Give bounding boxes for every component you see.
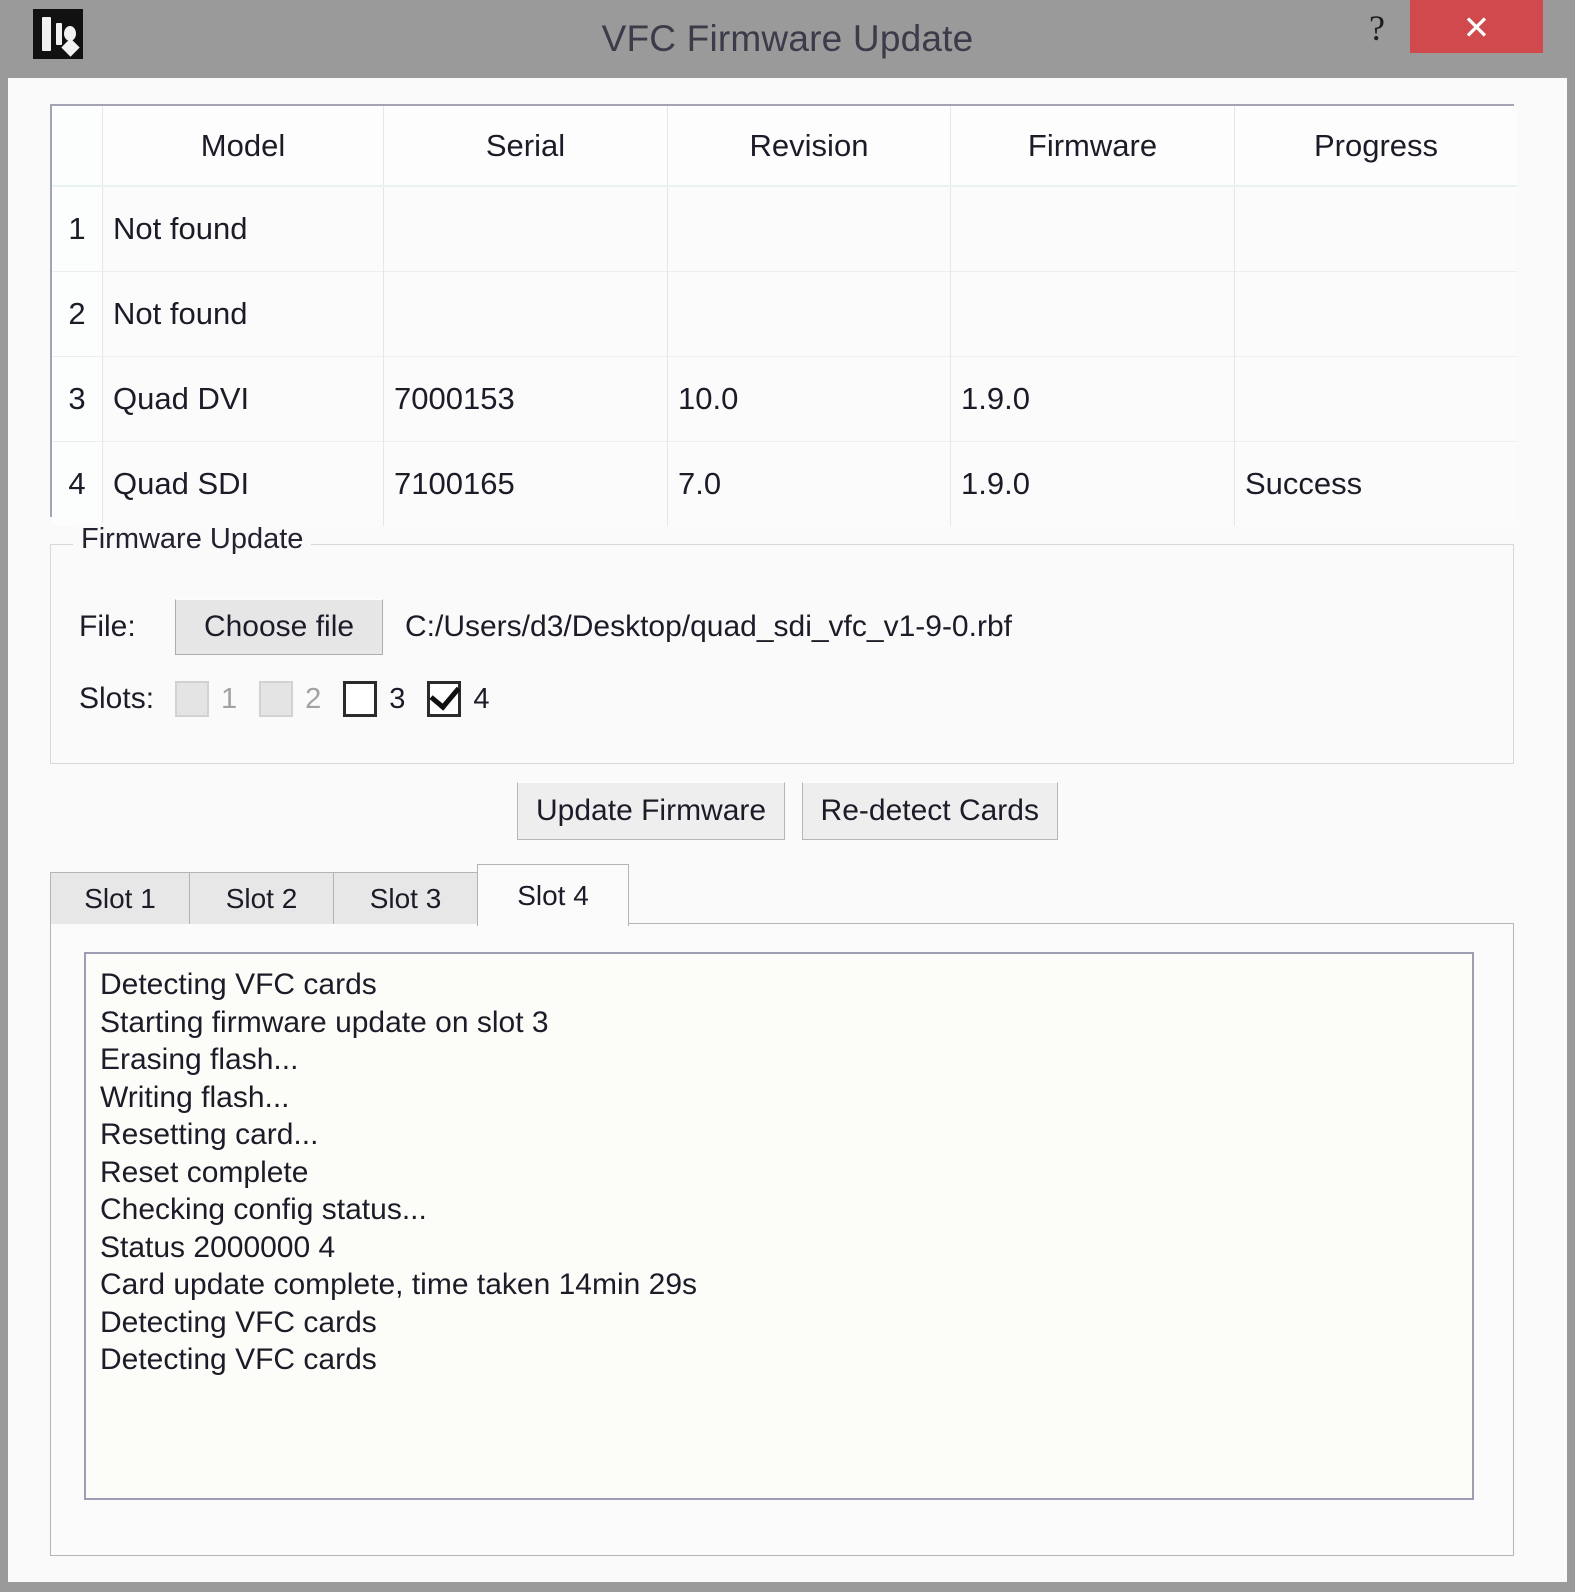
card-table[interactable]: Model Serial Revision Firmware Progress … xyxy=(50,104,1514,517)
slot-label-4: 4 xyxy=(473,683,489,716)
tab-slot-1[interactable]: Slot 1 xyxy=(50,872,190,924)
cell-progress xyxy=(1235,272,1518,357)
slot-tabs-area: Slot 1 Slot 2 Slot 3 Slot 4 Detecting VF… xyxy=(50,864,1514,1556)
column-header-progress[interactable]: Progress xyxy=(1235,106,1518,186)
client-area: Model Serial Revision Firmware Progress … xyxy=(8,78,1567,1582)
cell-revision xyxy=(668,186,951,272)
cell-firmware xyxy=(951,272,1235,357)
row-index: 4 xyxy=(52,442,103,527)
tab-slot-4[interactable]: Slot 4 xyxy=(477,864,629,926)
column-header-serial[interactable]: Serial xyxy=(384,106,668,186)
slots-label: Slots: xyxy=(79,682,175,716)
table-row[interactable]: 2 Not found xyxy=(52,272,1517,357)
app-window: VFC Firmware Update ? ✕ Model Serial Rev… xyxy=(0,0,1575,1592)
slot-label-1: 1 xyxy=(221,683,237,716)
tab-slot-2[interactable]: Slot 2 xyxy=(189,872,334,924)
firmware-update-group: Firmware Update File: Choose file C:/Use… xyxy=(50,544,1514,764)
slot-checkbox-3[interactable]: 3 xyxy=(343,681,405,717)
log-line: Checking config status... xyxy=(100,1191,1458,1229)
window-title: VFC Firmware Update xyxy=(8,0,1567,78)
cell-serial xyxy=(384,272,668,357)
log-line: Detecting VFC cards xyxy=(100,1304,1458,1342)
table-row[interactable]: 3 Quad DVI 7000153 10.0 1.9.0 xyxy=(52,357,1517,442)
cell-model: Quad DVI xyxy=(103,357,384,442)
log-line: Starting firmware update on slot 3 xyxy=(100,1004,1458,1042)
tab-panel-slot-4: Detecting VFC cards Starting firmware up… xyxy=(50,923,1514,1556)
log-line: Resetting card... xyxy=(100,1116,1458,1154)
cell-progress xyxy=(1235,357,1518,442)
table-row[interactable]: 4 Quad SDI 7100165 7.0 1.9.0 Success xyxy=(52,442,1517,527)
checkbox-box-2[interactable] xyxy=(259,681,293,717)
status-badge: Success xyxy=(1235,442,1518,527)
log-line: Card update complete, time taken 14min 2… xyxy=(100,1266,1458,1304)
log-line: Status 2000000 4 xyxy=(100,1229,1458,1267)
close-icon[interactable]: ✕ xyxy=(1410,0,1543,53)
slot-checkbox-4[interactable]: 4 xyxy=(427,681,489,717)
cell-progress xyxy=(1235,186,1518,272)
checkbox-box-3[interactable] xyxy=(343,681,377,717)
log-line: Reset complete xyxy=(100,1154,1458,1192)
slot-label-2: 2 xyxy=(305,683,321,716)
slots-row: Slots: 1 2 3 4 xyxy=(79,673,512,725)
slot-checkbox-2[interactable]: 2 xyxy=(259,681,321,717)
cell-revision: 10.0 xyxy=(668,357,951,442)
cell-model: Quad SDI xyxy=(103,442,384,527)
column-header-index[interactable] xyxy=(52,106,103,186)
checkbox-box-1[interactable] xyxy=(175,681,209,717)
cell-model: Not found xyxy=(103,272,384,357)
column-header-model[interactable]: Model xyxy=(103,106,384,186)
cell-revision xyxy=(668,272,951,357)
cell-serial xyxy=(384,186,668,272)
action-button-row: Update Firmware Re-detect Cards xyxy=(8,782,1567,840)
update-firmware-button[interactable]: Update Firmware xyxy=(517,782,785,840)
cell-firmware: 1.9.0 xyxy=(951,357,1235,442)
log-line: Detecting VFC cards xyxy=(100,1341,1458,1379)
cell-firmware xyxy=(951,186,1235,272)
row-index: 2 xyxy=(52,272,103,357)
file-label: File: xyxy=(79,610,175,644)
tab-slot-3[interactable]: Slot 3 xyxy=(333,872,478,924)
cell-revision: 7.0 xyxy=(668,442,951,527)
title-bar[interactable]: VFC Firmware Update ? ✕ xyxy=(8,0,1567,78)
file-row: File: Choose file C:/Users/d3/Desktop/qu… xyxy=(79,597,1012,657)
cell-firmware: 1.9.0 xyxy=(951,442,1235,527)
log-line: Erasing flash... xyxy=(100,1041,1458,1079)
redetect-cards-button[interactable]: Re-detect Cards xyxy=(802,782,1058,840)
cell-serial: 7100165 xyxy=(384,442,668,527)
slot-label-3: 3 xyxy=(389,683,405,716)
checkmark-icon xyxy=(430,678,461,710)
choose-file-button[interactable]: Choose file xyxy=(175,599,383,655)
column-header-firmware[interactable]: Firmware xyxy=(951,106,1235,186)
log-line: Detecting VFC cards xyxy=(100,966,1458,1004)
group-legend: Firmware Update xyxy=(73,523,311,556)
checkbox-box-4[interactable] xyxy=(427,681,461,717)
file-path-value: C:/Users/d3/Desktop/quad_sdi_vfc_v1-9-0.… xyxy=(405,610,1012,644)
log-line: Writing flash... xyxy=(100,1079,1458,1117)
column-header-revision[interactable]: Revision xyxy=(668,106,951,186)
slot-checkbox-1[interactable]: 1 xyxy=(175,681,237,717)
table-row[interactable]: 1 Not found xyxy=(52,186,1517,272)
row-index: 1 xyxy=(52,186,103,272)
cell-serial: 7000153 xyxy=(384,357,668,442)
cell-model: Not found xyxy=(103,186,384,272)
help-icon[interactable]: ? xyxy=(1346,2,1408,52)
table-header-row: Model Serial Revision Firmware Progress xyxy=(52,106,1517,186)
log-output[interactable]: Detecting VFC cards Starting firmware up… xyxy=(84,952,1474,1500)
row-index: 3 xyxy=(52,357,103,442)
